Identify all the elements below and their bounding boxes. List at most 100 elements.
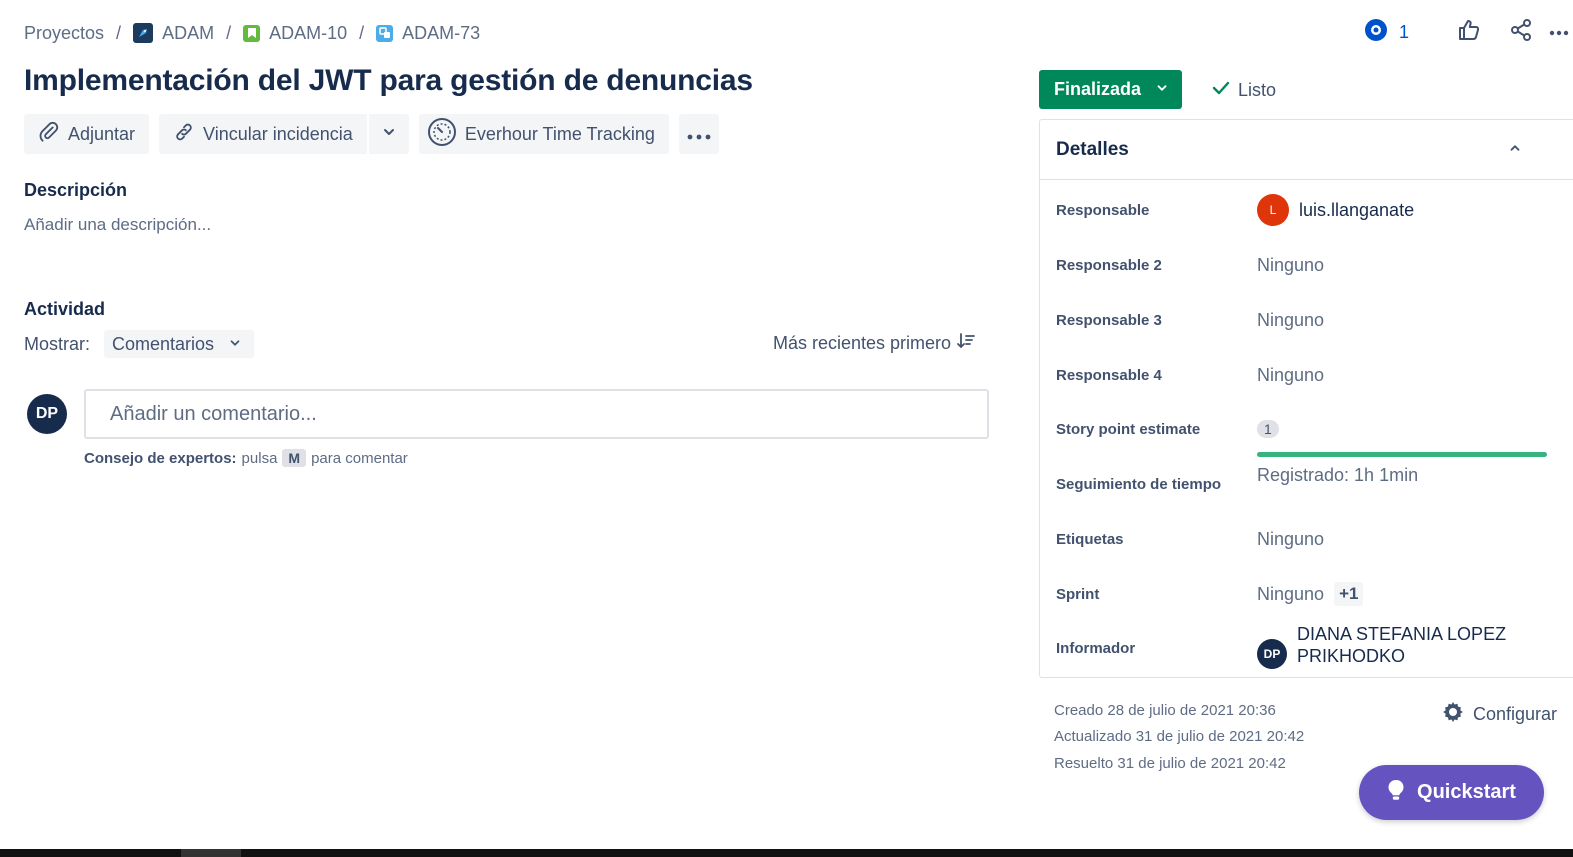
breadcrumb-story-adam-10[interactable]: ADAM-10 bbox=[243, 23, 347, 44]
protip-press: pulsa bbox=[241, 449, 278, 467]
field-story-points: Story point estimate 1 bbox=[1040, 402, 1573, 456]
activity-filter-select[interactable]: Comentarios bbox=[104, 330, 255, 358]
show-label: Mostrar: bbox=[24, 333, 91, 354]
field-label: Informador bbox=[1056, 639, 1136, 657]
lightbulb-icon bbox=[1387, 779, 1405, 807]
more-horizontal-icon bbox=[1549, 23, 1569, 41]
issue-toolbar: Adjuntar Vincular incidencia Everhour Ti… bbox=[24, 114, 719, 154]
link-issue-label: Vincular incidencia bbox=[203, 123, 353, 144]
field-label: Responsable 4 bbox=[1056, 366, 1162, 384]
protip-rest: para comentar bbox=[311, 449, 408, 467]
quickstart-label: Quickstart bbox=[1417, 781, 1516, 803]
time-logged: Registrado: 1h 1min bbox=[1257, 465, 1419, 485]
protip-title: Consejo de expertos: bbox=[84, 449, 237, 467]
more-toolbar-button[interactable] bbox=[678, 114, 719, 154]
sprint-more-badge[interactable]: +1 bbox=[1334, 582, 1364, 606]
link-issue-dropdown-button[interactable] bbox=[368, 114, 409, 154]
breadcrumb-separator: / bbox=[359, 22, 365, 43]
link-icon bbox=[173, 121, 195, 148]
sprint-name: Ninguno bbox=[1257, 583, 1325, 604]
reporter-value[interactable]: DP DIANA STEFANIA LOPEZ PRIKHODKO bbox=[1257, 624, 1507, 669]
issue-title[interactable]: Implementación del JWT para gestión de d… bbox=[24, 64, 753, 98]
avatar: L bbox=[1257, 194, 1289, 226]
sort-order-button[interactable]: Más recientes primero bbox=[773, 333, 975, 354]
breadcrumb-separator: / bbox=[226, 22, 232, 43]
field-label: Responsable 2 bbox=[1056, 256, 1162, 274]
link-issue-group: Vincular incidencia bbox=[159, 114, 409, 154]
like-button[interactable] bbox=[1449, 16, 1489, 48]
attach-button[interactable]: Adjuntar bbox=[24, 114, 150, 154]
activity-heading: Actividad bbox=[24, 299, 106, 319]
resolved-date: Resuelto 31 de julio de 2021 20:42 bbox=[1054, 755, 1286, 772]
sprint-value[interactable]: Ninguno +1 bbox=[1257, 582, 1364, 606]
avatar: DP bbox=[1257, 639, 1287, 669]
status-dropdown-button[interactable]: Finalizada bbox=[1039, 70, 1182, 109]
field-value[interactable]: Ninguno bbox=[1257, 529, 1324, 550]
reporter-name: DIANA STEFANIA LOPEZ PRIKHODKO bbox=[1297, 624, 1507, 666]
watch-button[interactable]: 1 bbox=[1363, 18, 1409, 46]
rocket-project-icon bbox=[133, 23, 154, 43]
stopwatch-icon bbox=[427, 117, 457, 152]
comment-input[interactable]: Añadir un comentario... bbox=[84, 389, 989, 439]
field-assignee: Responsable L luis.llanganate bbox=[1040, 183, 1573, 237]
eye-icon bbox=[1363, 18, 1389, 46]
created-date: Creado 28 de julio de 2021 20:36 bbox=[1054, 702, 1276, 719]
field-label: Story point estimate bbox=[1056, 420, 1201, 438]
field-assignee-4: Responsable 4 Ninguno bbox=[1040, 348, 1573, 402]
link-issue-button[interactable]: Vincular incidencia bbox=[159, 114, 367, 154]
details-header[interactable]: Detalles bbox=[1040, 120, 1573, 180]
watch-count: 1 bbox=[1398, 21, 1409, 42]
share-button[interactable] bbox=[1501, 16, 1541, 48]
field-value[interactable]: Ninguno bbox=[1257, 365, 1324, 386]
details-panel: Detalles Responsable L luis.llanganate R… bbox=[1039, 119, 1573, 678]
configure-button[interactable]: Configurar bbox=[1441, 700, 1557, 729]
field-assignee-3: Responsable 3 Ninguno bbox=[1040, 293, 1573, 347]
assignee-name: luis.llanganate bbox=[1299, 199, 1415, 220]
assignee-value[interactable]: L luis.llanganate bbox=[1257, 194, 1414, 226]
description-editor[interactable]: Añadir una descripción... bbox=[24, 215, 211, 235]
breadcrumb-projects[interactable]: Proyectos bbox=[24, 23, 104, 44]
protip: Consejo de expertos: pulsa M para coment… bbox=[84, 449, 408, 467]
field-value[interactable]: Ninguno bbox=[1257, 310, 1324, 331]
paperclip-icon bbox=[38, 121, 60, 148]
field-time-tracking: Seguimiento de tiempo Registrado: 1h 1mi… bbox=[1040, 452, 1573, 511]
details-heading: Detalles bbox=[1056, 138, 1129, 160]
quickstart-button[interactable]: Quickstart bbox=[1359, 765, 1544, 820]
taskbar-tab[interactable] bbox=[181, 849, 241, 857]
sort-label: Más recientes primero bbox=[773, 333, 952, 353]
time-tracking-value[interactable]: Registrado: 1h 1min bbox=[1257, 452, 1547, 486]
issue-actions: 1 bbox=[1363, 16, 1573, 48]
breadcrumb: Proyectos / ADAM / ADAM-10 / ADAM-73 bbox=[24, 20, 480, 46]
protip-key: M bbox=[282, 449, 307, 467]
chevron-down-icon bbox=[228, 334, 242, 355]
chevron-up-icon bbox=[1508, 139, 1522, 161]
check-icon bbox=[1212, 80, 1230, 101]
activity-filter-value: Comentarios bbox=[112, 333, 215, 354]
story-points-badge: 1 bbox=[1257, 420, 1279, 438]
taskbar-strip bbox=[0, 849, 1573, 857]
story-points-value[interactable]: 1 bbox=[1257, 420, 1279, 438]
story-bookmark-icon bbox=[243, 24, 261, 42]
field-label: Responsable 3 bbox=[1056, 311, 1162, 329]
thumbs-up-icon bbox=[1457, 18, 1481, 47]
chevron-down-icon bbox=[381, 124, 397, 145]
everhour-button[interactable]: Everhour Time Tracking bbox=[418, 114, 669, 154]
breadcrumb-project-adam[interactable]: ADAM bbox=[133, 23, 214, 44]
status-label: Finalizada bbox=[1054, 79, 1142, 99]
gear-icon bbox=[1441, 700, 1465, 729]
time-tracking-bar bbox=[1257, 452, 1547, 457]
field-sprint: Sprint Ninguno +1 bbox=[1040, 567, 1573, 621]
more-actions-button[interactable] bbox=[1549, 16, 1573, 48]
field-label: Responsable bbox=[1056, 201, 1150, 219]
field-assignee-2: Responsable 2 Ninguno bbox=[1040, 238, 1573, 292]
description-heading: Descripción bbox=[24, 180, 128, 200]
breadcrumb-subtask-adam-73[interactable]: ADAM-73 bbox=[376, 23, 480, 44]
field-reporter: Informador DP DIANA STEFANIA LOPEZ PRIKH… bbox=[1040, 621, 1573, 675]
field-value[interactable]: Ninguno bbox=[1257, 255, 1324, 276]
resolution-label: Listo bbox=[1238, 80, 1277, 100]
field-label: Seguimiento de tiempo bbox=[1056, 475, 1222, 493]
updated-date: Actualizado 31 de julio de 2021 20:42 bbox=[1054, 728, 1305, 745]
chevron-down-icon bbox=[1155, 79, 1169, 100]
resolution: Listo bbox=[1212, 80, 1276, 101]
share-icon bbox=[1509, 18, 1533, 47]
